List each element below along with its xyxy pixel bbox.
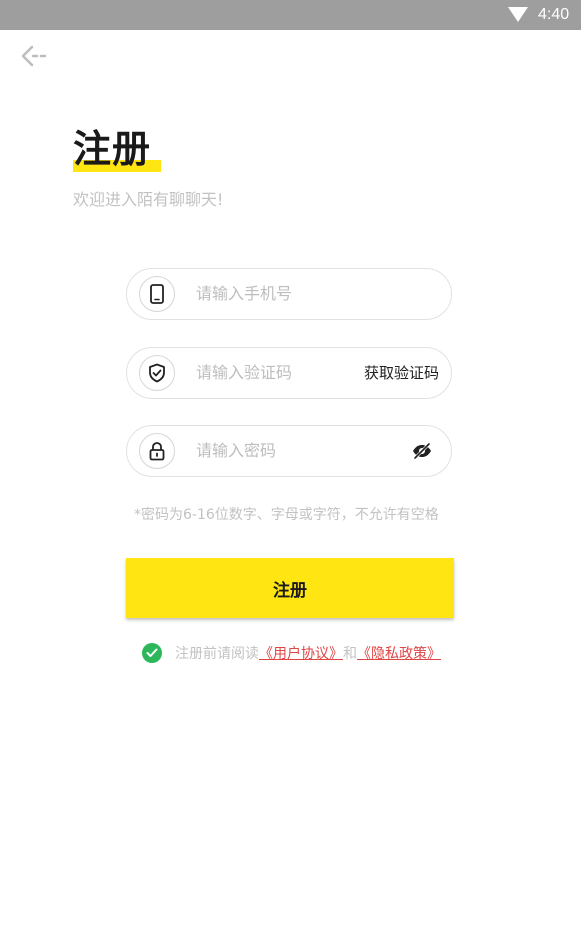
verification-code-field[interactable]: 请输入验证码 获取验证码 [126, 347, 452, 399]
page-title: 注册 [73, 127, 152, 171]
agree-checkbox[interactable] [142, 643, 162, 663]
status-bar: 4:40 [0, 0, 581, 30]
password-input[interactable]: 请输入密码 [196, 441, 276, 461]
get-code-button[interactable]: 获取验证码 [364, 363, 439, 383]
agreement-prefix: 注册前请阅读 [175, 646, 259, 662]
status-time: 4:40 [538, 6, 570, 23]
shield-icon [139, 355, 175, 391]
page-title-wrap: 注册 [73, 124, 161, 176]
back-button[interactable] [20, 42, 50, 72]
phone-input[interactable]: 请输入手机号 [196, 284, 292, 304]
verification-code-input[interactable]: 请输入验证码 [196, 363, 292, 383]
wifi-icon [508, 7, 528, 22]
password-field[interactable]: 请输入密码 [126, 425, 452, 477]
agreement-row: 注册前请阅读 《用户协议》 和 《隐私政策》 [142, 642, 441, 664]
lock-icon [139, 433, 175, 469]
hide-password-icon[interactable] [411, 442, 433, 460]
password-hint: *密码为6-16位数字、字母或字符，不允许有空格 [134, 507, 439, 523]
agreement-and: 和 [343, 646, 357, 662]
page-subtitle: 欢迎进入陌有聊聊天! [73, 190, 224, 209]
user-agreement-link[interactable]: 《用户协议》 [259, 643, 343, 663]
check-icon [146, 648, 158, 657]
phone-field[interactable]: 请输入手机号 [126, 268, 452, 320]
back-arrow-icon [21, 45, 47, 67]
phone-icon [139, 276, 175, 312]
privacy-policy-link[interactable]: 《隐私政策》 [357, 643, 441, 663]
register-button[interactable]: 注册 [126, 558, 454, 618]
